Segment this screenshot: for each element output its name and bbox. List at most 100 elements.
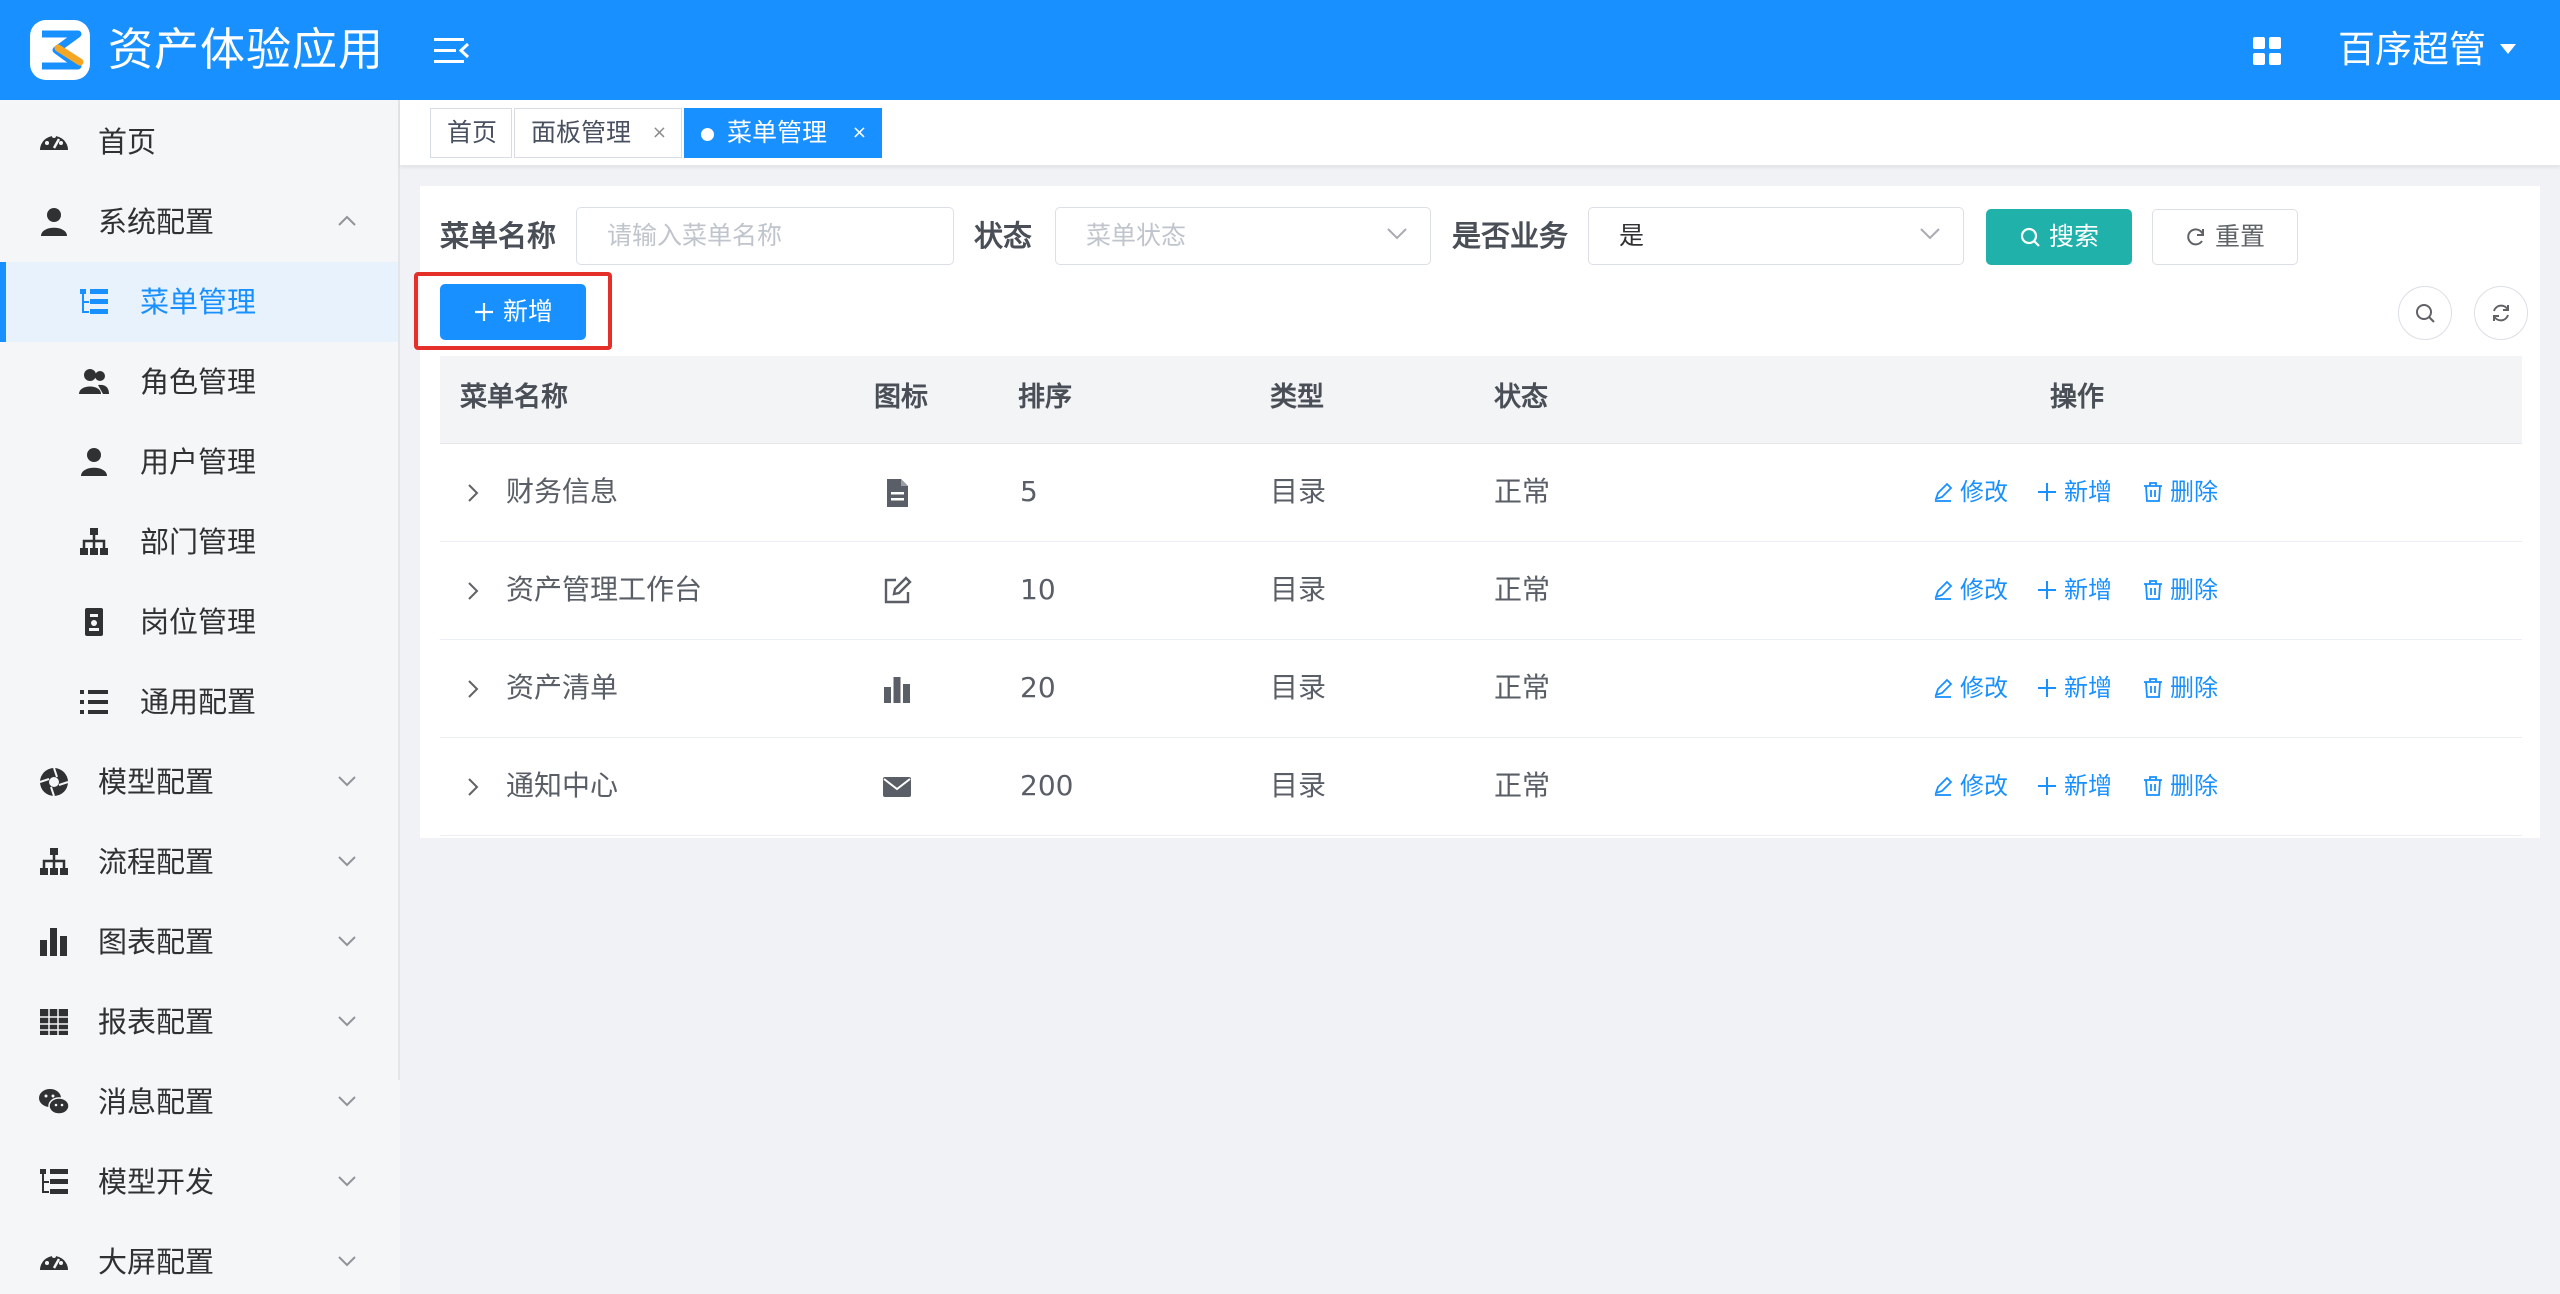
sidebar-item-general-config[interactable]: 通用配置 [0,662,400,742]
sidebar-item-position-management[interactable]: 岗位管理 [0,582,400,662]
sidebar-item-label: 图表配置 [98,925,215,959]
refresh-table-button[interactable] [2474,286,2528,340]
sidebar-item-label: 模型配置 [98,765,215,799]
delete-action-label: 删除 [2170,674,2218,702]
status-label: 状态 [974,219,1033,253]
chevron-right-icon[interactable] [466,580,480,602]
sidebar-item-menu-management[interactable]: 菜单管理 [0,262,400,342]
add-menu-button[interactable]: 新增 [440,284,586,340]
reset-button[interactable]: 重置 [2152,209,2298,265]
sidebar-collapse-icon[interactable] [432,34,472,68]
user-icon [81,448,107,476]
sidebar-item-label: 角色管理 [140,365,257,399]
business-select[interactable]: 是 [1588,207,1964,265]
edit-action-label: 修改 [1960,576,2008,604]
document-icon [887,479,908,507]
chevron-right-icon[interactable] [466,482,480,504]
delete-action[interactable]: 删除 [2142,472,2218,512]
sidebar-item-label: 菜单管理 [140,285,257,319]
column-header-status: 状态 [1494,382,1548,413]
apps-grid-icon[interactable] [2252,36,2282,66]
business-label: 是否业务 [1452,219,1569,253]
cell-order: 10 [1020,573,1056,606]
trash-icon [2144,482,2162,502]
edit-action-label: 修改 [1960,478,2008,506]
dashboard-icon [40,1254,68,1270]
close-icon[interactable]: × [852,109,867,157]
chevron-right-icon[interactable] [466,776,480,798]
sidebar-item-department-management[interactable]: 部门管理 [0,502,400,582]
chevron-down-icon [1920,228,1940,240]
user-name[interactable]: 百序超管 [2338,26,2486,74]
tab-panel-management[interactable]: 面板管理 × [514,108,682,158]
tree-table-icon [80,289,108,314]
sidebar-item-label: 部门管理 [140,525,257,559]
sidebar-item-label: 通用配置 [140,685,257,719]
delete-action[interactable]: 删除 [2142,570,2218,610]
cell-menu-name: 财务信息 [506,475,619,508]
menu-name-label: 菜单名称 [440,219,557,253]
edit-action-label: 修改 [1960,674,2008,702]
chevron-up-icon [338,215,356,226]
edit-pen-icon [1934,776,1953,796]
sidebar-item-workflow-config[interactable]: 流程配置 [0,822,400,902]
status-select[interactable]: 菜单状态 [1055,207,1431,265]
sidebar-item-role-management[interactable]: 角色管理 [0,342,400,422]
edit-pen-icon [1934,482,1953,502]
user-dropdown-caret-icon[interactable] [2500,44,2516,54]
edit-action[interactable]: 修改 [1932,570,2008,610]
add-action-label: 新增 [2064,478,2112,506]
app-title: 资产体验应用 [108,23,385,76]
badge-icon [85,608,103,636]
column-header-icon: 图标 [874,382,928,413]
edit-action[interactable]: 修改 [1932,668,2008,708]
list-icon [80,690,108,714]
delete-action-label: 删除 [2170,772,2218,800]
sidebar-item-big-screen-config[interactable]: 大屏配置 [0,1222,400,1294]
sidebar: 首页 系统配置 菜单管理 角色管理 用户管理 部门管理 岗位管理 通用配置 模型… [0,100,400,1294]
org-tree-icon [80,528,108,555]
edit-action[interactable]: 修改 [1932,472,2008,512]
edit-pen-icon [1934,678,1953,698]
edit-action[interactable]: 修改 [1932,766,2008,806]
search-button[interactable]: 搜索 [1986,209,2132,265]
sidebar-item-user-management[interactable]: 用户管理 [0,422,400,502]
tree-table-icon [40,1169,68,1194]
cell-type: 目录 [1270,475,1327,508]
sidebar-item-model-development[interactable]: 模型开发 [0,1142,400,1222]
add-child-action[interactable]: 新增 [2036,570,2112,610]
add-child-action[interactable]: 新增 [2036,668,2112,708]
column-header-order: 排序 [1018,382,1072,413]
tab-home[interactable]: 首页 [430,108,512,158]
cell-status: 正常 [1494,475,1551,508]
toggle-search-button[interactable] [2398,286,2452,340]
tab-label: 菜单管理 [727,118,828,147]
chevron-right-icon[interactable] [466,678,480,700]
refresh-icon [2187,228,2204,246]
chevron-down-icon [1387,228,1407,240]
delete-action[interactable]: 删除 [2142,766,2218,806]
sidebar-item-label: 消息配置 [98,1085,215,1119]
sidebar-item-home[interactable]: 首页 [0,102,400,182]
close-icon[interactable]: × [652,109,667,157]
cell-status: 正常 [1494,769,1551,802]
trash-icon [2144,678,2162,698]
wechat-icon [39,1089,70,1115]
sidebar-item-system-config[interactable]: 系统配置 [0,182,400,262]
tab-menu-management[interactable]: 菜单管理 × [684,108,882,158]
tab-label: 首页 [447,118,498,147]
table-header: 菜单名称 图标 排序 类型 状态 操作 [440,356,2522,444]
sidebar-item-message-config[interactable]: 消息配置 [0,1062,400,1142]
menu-name-input[interactable]: 请输入菜单名称 [576,207,954,265]
delete-action-label: 删除 [2170,576,2218,604]
delete-action[interactable]: 删除 [2142,668,2218,708]
sidebar-item-model-config[interactable]: 模型配置 [0,742,400,822]
chevron-down-icon [338,936,356,947]
sidebar-item-chart-config[interactable]: 图表配置 [0,902,400,982]
add-child-action[interactable]: 新增 [2036,472,2112,512]
add-child-action[interactable]: 新增 [2036,766,2112,806]
table-row: 财务信息 5 目录 正常 修改 新增 删除 [440,444,2522,542]
sidebar-scrollbar[interactable] [398,100,400,1080]
sidebar-item-report-config[interactable]: 报表配置 [0,982,400,1062]
delete-action-label: 删除 [2170,478,2218,506]
